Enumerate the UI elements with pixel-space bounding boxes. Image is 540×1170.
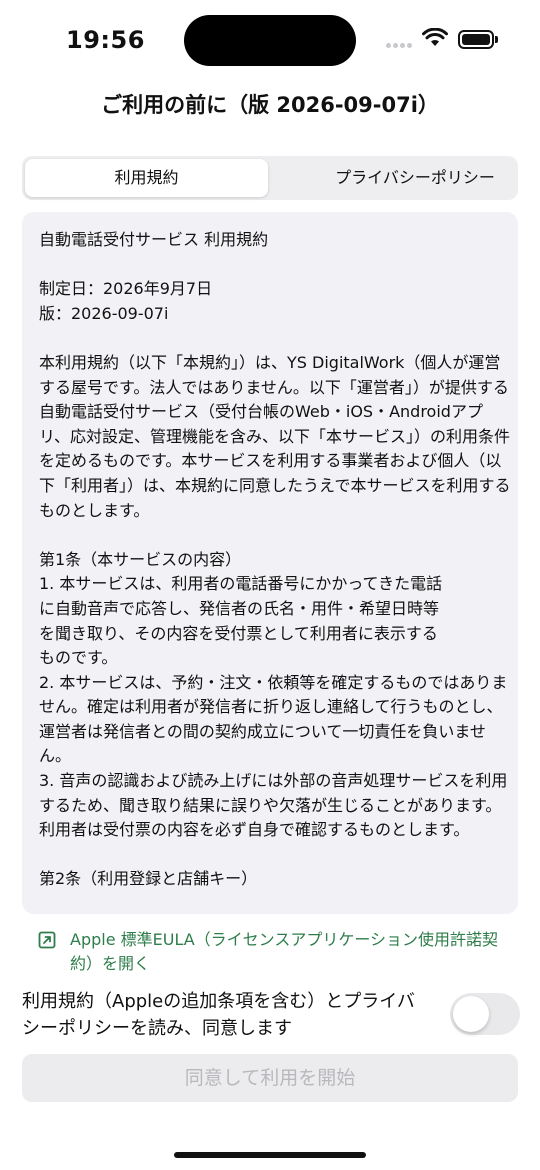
document-tab-control: 利用規約 プライバシーポリシー [22,156,518,200]
agreement-row: 利用規約（Appleの追加条項を含む）とプライバシーポリシーを読み、同意します [22,988,520,1040]
external-link-icon [38,931,56,949]
status-time: 19:56 [66,26,145,54]
wifi-icon [422,28,448,46]
eula-link-label[interactable]: Apple 標準EULA（ライセンスアプリケーション使用許諾契約）を開く [70,928,510,976]
battery-icon [458,30,494,49]
cellular-dots-icon [386,41,414,49]
agreement-toggle[interactable] [450,993,520,1035]
status-bar: 19:56 [0,0,540,80]
agreement-label: 利用規約（Appleの追加条項を含む）とプライバシーポリシーを読み、同意します [22,991,415,1039]
terms-body-text: 自動電話受付サービス 利用規約 制定日：2026年9月7日 版：2026-09-… [39,230,511,889]
tab-terms[interactable]: 利用規約 [25,159,268,197]
battery-cap [495,36,498,43]
tab-privacy-policy[interactable]: プライバシーポリシー [293,159,537,197]
toggle-knob [453,996,489,1032]
start-button[interactable]: 同意して利用を開始 [22,1054,518,1102]
home-indicator [174,1152,366,1158]
page-title: ご利用の前に（版 2026-09-07i） [101,93,439,117]
dynamic-island [184,15,356,66]
terms-scroll-view[interactable]: 自動電話受付サービス 利用規約 制定日：2026年9月7日 版：2026-09-… [22,212,518,914]
